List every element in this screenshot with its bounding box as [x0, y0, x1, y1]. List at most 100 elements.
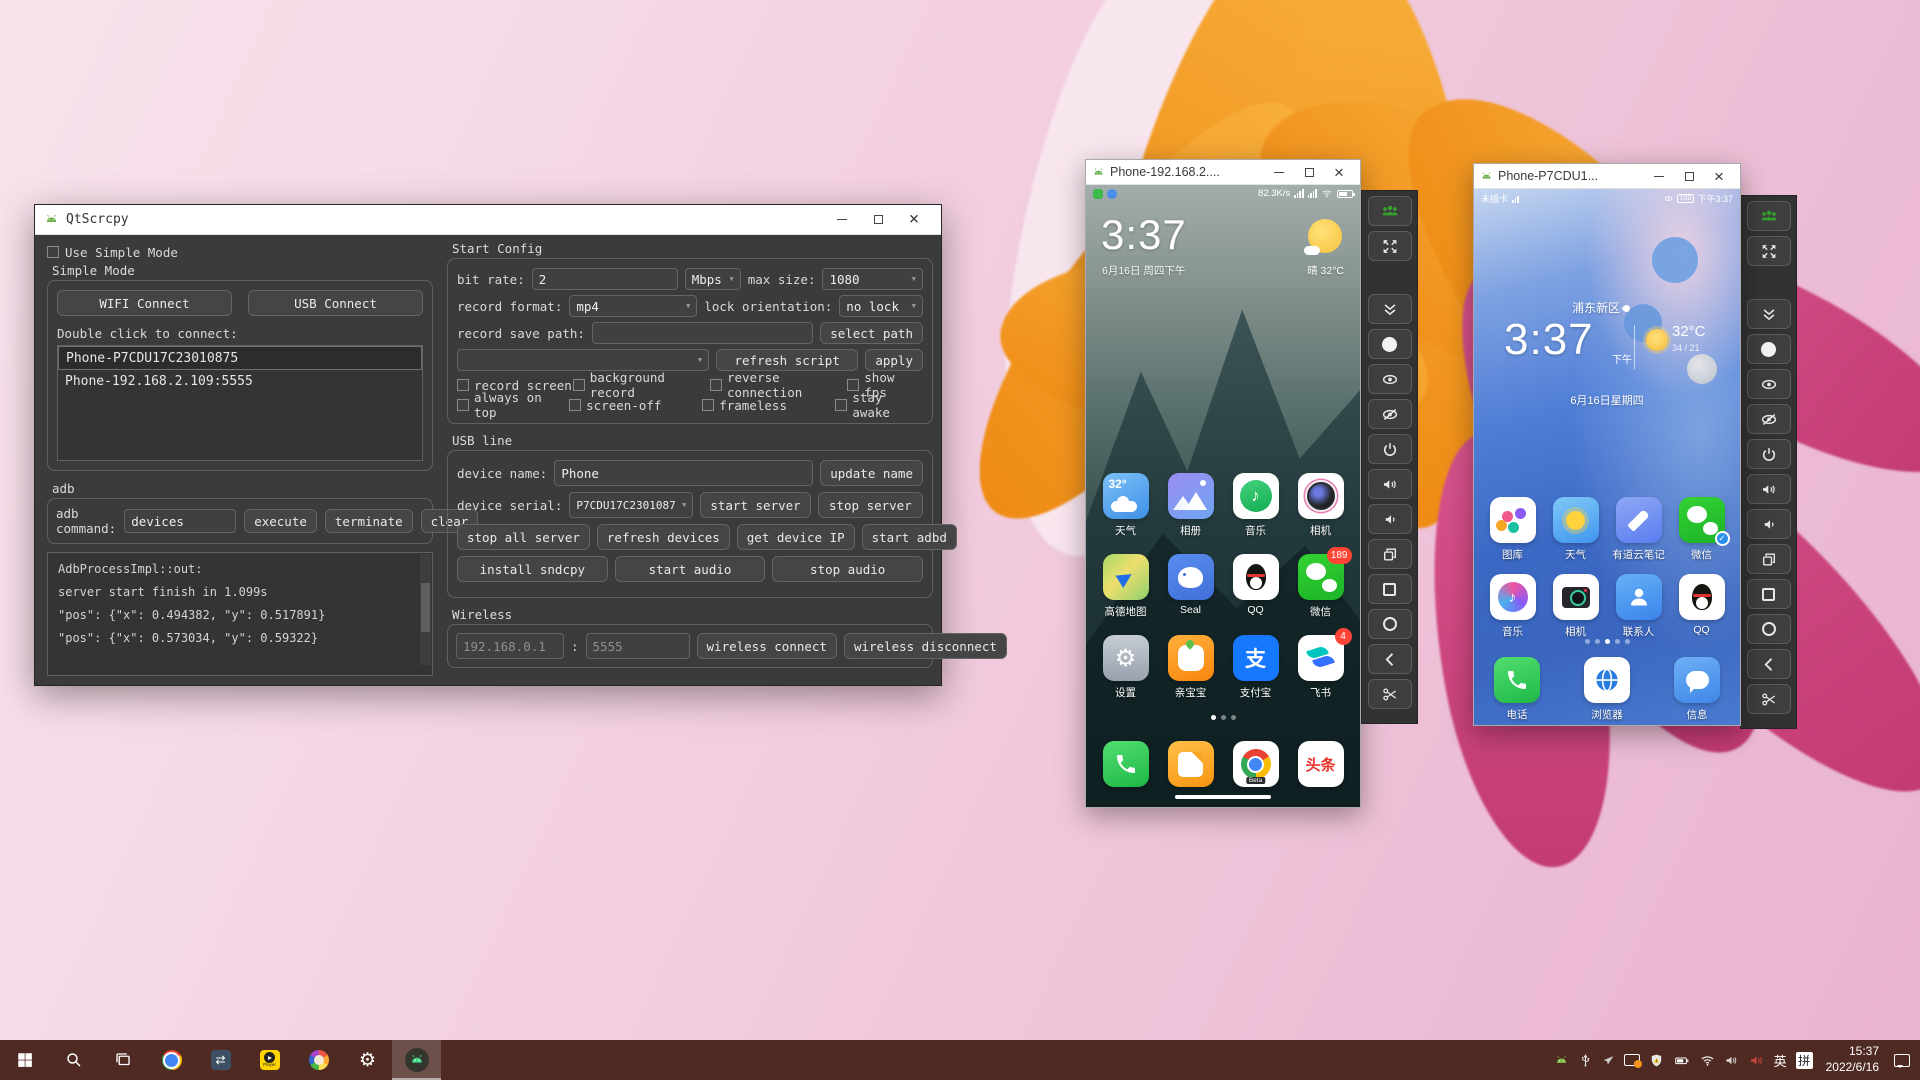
maximize-button[interactable]	[860, 205, 896, 234]
start-adbd-button[interactable]: start adbd	[862, 524, 957, 550]
qtscrcpy-menu-button[interactable]	[1368, 196, 1412, 226]
screen-off-checkbox[interactable]	[569, 399, 581, 411]
expand-notification-button[interactable]	[1368, 294, 1412, 324]
screenshot-button[interactable]	[1368, 679, 1412, 709]
app-gallery[interactable]: 图库	[1481, 497, 1544, 562]
start-audio-button[interactable]: start audio	[615, 556, 766, 582]
dock-toutiao-icon[interactable]: 头条	[1298, 741, 1344, 787]
volume-down-button[interactable]	[1747, 509, 1791, 539]
ime-language-indicator[interactable]: 英	[1774, 1051, 1787, 1070]
app-camera[interactable]: 相机	[1288, 473, 1353, 538]
lock-orientation-select[interactable]: no lock	[839, 295, 923, 317]
close-button[interactable]	[1324, 160, 1354, 184]
app-qq[interactable]: QQ	[1223, 554, 1288, 619]
close-button[interactable]	[896, 205, 932, 234]
phone2-screen[interactable]: 未插卡 100 下午3:37 浦东新区 3:37 下午 32°C 34 / 21…	[1474, 189, 1740, 725]
wifi-connect-button[interactable]: WIFI Connect	[57, 290, 232, 316]
device-list[interactable]: Phone-P7CDU17C23010875 Phone-192.168.2.1…	[57, 345, 423, 461]
background-record-checkbox[interactable]	[573, 379, 585, 391]
volume-red-tray-icon[interactable]	[1748, 1052, 1765, 1069]
qinbaobao-app-icon[interactable]	[1168, 635, 1214, 681]
youdao-note-app-icon[interactable]	[1616, 497, 1662, 543]
script-select[interactable]	[457, 349, 709, 371]
refresh-devices-button[interactable]: refresh devices	[597, 524, 730, 550]
stop-all-server-button[interactable]: stop all server	[457, 524, 590, 550]
app-seal[interactable]: Seal	[1158, 554, 1223, 619]
fullscreen-button[interactable]	[1747, 236, 1791, 266]
touch-button[interactable]	[1747, 334, 1791, 364]
log-scrollbar-thumb[interactable]	[421, 583, 430, 632]
screen-off-button[interactable]	[1368, 399, 1412, 429]
app-amap[interactable]: 高德地图	[1093, 554, 1158, 619]
app-wechat[interactable]: 微信	[1670, 497, 1733, 562]
gallery-app-icon[interactable]	[1490, 497, 1536, 543]
dock-toutiao[interactable]: 头条	[1288, 741, 1353, 787]
app-music[interactable]: ♪ 音乐	[1223, 473, 1288, 538]
menu-button[interactable]	[1747, 579, 1791, 609]
fullscreen-button[interactable]	[1368, 231, 1412, 261]
dock-chrome[interactable]: Beta	[1223, 741, 1288, 787]
app-camera[interactable]: 相机	[1544, 574, 1607, 639]
screen-on-button[interactable]	[1747, 369, 1791, 399]
screen-on-button[interactable]	[1368, 364, 1412, 394]
update-name-button[interactable]: update name	[820, 460, 923, 486]
app-switch-button[interactable]	[1747, 544, 1791, 574]
app-qq[interactable]: QQ	[1670, 574, 1733, 639]
dock-messages[interactable]	[1158, 741, 1223, 787]
start-server-button[interactable]: start server	[700, 492, 810, 518]
volume-up-button[interactable]	[1747, 474, 1791, 504]
apply-button[interactable]: apply	[865, 349, 923, 371]
device-list-item[interactable]: Phone-192.168.2.109:5555	[58, 370, 422, 394]
taskbar-clock[interactable]: 15:37 2022/6/16	[1826, 1044, 1879, 1075]
display-project-tray-icon[interactable]	[1624, 1054, 1640, 1066]
amap-app-icon[interactable]	[1103, 554, 1149, 600]
settings-taskbar-icon[interactable]	[343, 1040, 392, 1080]
app-alipay[interactable]: 支 支付宝	[1223, 635, 1288, 700]
volume-down-button[interactable]	[1368, 504, 1412, 534]
wireless-disconnect-button[interactable]: wireless disconnect	[844, 633, 1007, 659]
ime-pinyin-indicator[interactable]: 拼	[1796, 1052, 1813, 1069]
gallery-app-icon[interactable]	[1168, 473, 1214, 519]
potplayer-taskbar-icon[interactable]: Player	[245, 1040, 294, 1080]
back-button[interactable]	[1747, 649, 1791, 679]
minimize-button[interactable]	[1644, 164, 1674, 188]
phone1-screen[interactable]: 82.3K/s 3:37 6月16日 周四下午 晴 32°C 32° 天气 相册	[1086, 185, 1360, 807]
bit-rate-unit-select[interactable]: Mbps	[685, 268, 741, 290]
contacts-app-icon[interactable]	[1616, 574, 1662, 620]
power-button[interactable]	[1368, 434, 1412, 464]
dock-phone[interactable]	[1093, 741, 1158, 787]
wireless-connect-button[interactable]: wireless connect	[697, 633, 837, 659]
adb-command-input[interactable]	[124, 509, 236, 533]
search-button[interactable]	[49, 1040, 98, 1080]
camera-app-icon[interactable]	[1553, 574, 1599, 620]
plane-tray-icon[interactable]	[1602, 1054, 1615, 1067]
device-serial-select[interactable]: P7CDU17C2301087	[569, 492, 693, 518]
battery-tray-icon[interactable]	[1673, 1053, 1691, 1068]
dock-messages-icon[interactable]	[1168, 741, 1214, 787]
dock-phone-icon[interactable]	[1494, 657, 1540, 703]
app-music[interactable]: ♪ 音乐	[1481, 574, 1544, 639]
bit-rate-input[interactable]	[532, 268, 678, 290]
stop-audio-button[interactable]: stop audio	[772, 556, 923, 582]
app-settings[interactable]: ⚙ 设置	[1093, 635, 1158, 700]
weather-app-icon[interactable]: 32°	[1103, 473, 1149, 519]
record-save-path-input[interactable]	[592, 322, 813, 344]
wireless-port-input[interactable]	[586, 633, 690, 659]
reverse-connection-checkbox[interactable]	[710, 379, 722, 391]
music-app-icon[interactable]: ♪	[1490, 574, 1536, 620]
phone2-titlebar[interactable]: Phone-P7CDU1...	[1474, 164, 1740, 189]
menu-button[interactable]	[1368, 574, 1412, 604]
app-contacts[interactable]: 联系人	[1607, 574, 1670, 639]
close-button[interactable]	[1704, 164, 1734, 188]
usb-connect-button[interactable]: USB Connect	[248, 290, 423, 316]
maximize-button[interactable]	[1294, 160, 1324, 184]
refresh-script-button[interactable]: refresh script	[716, 349, 858, 371]
volume-up-button[interactable]	[1368, 469, 1412, 499]
minimize-button[interactable]	[824, 205, 860, 234]
qq-app-icon[interactable]	[1233, 554, 1279, 600]
power-button[interactable]	[1747, 439, 1791, 469]
dock-messages-icon[interactable]	[1674, 657, 1720, 703]
stop-server-button[interactable]: stop server	[818, 492, 923, 518]
seal-app-icon[interactable]	[1168, 554, 1214, 600]
get-device-ip-button[interactable]: get device IP	[737, 524, 855, 550]
